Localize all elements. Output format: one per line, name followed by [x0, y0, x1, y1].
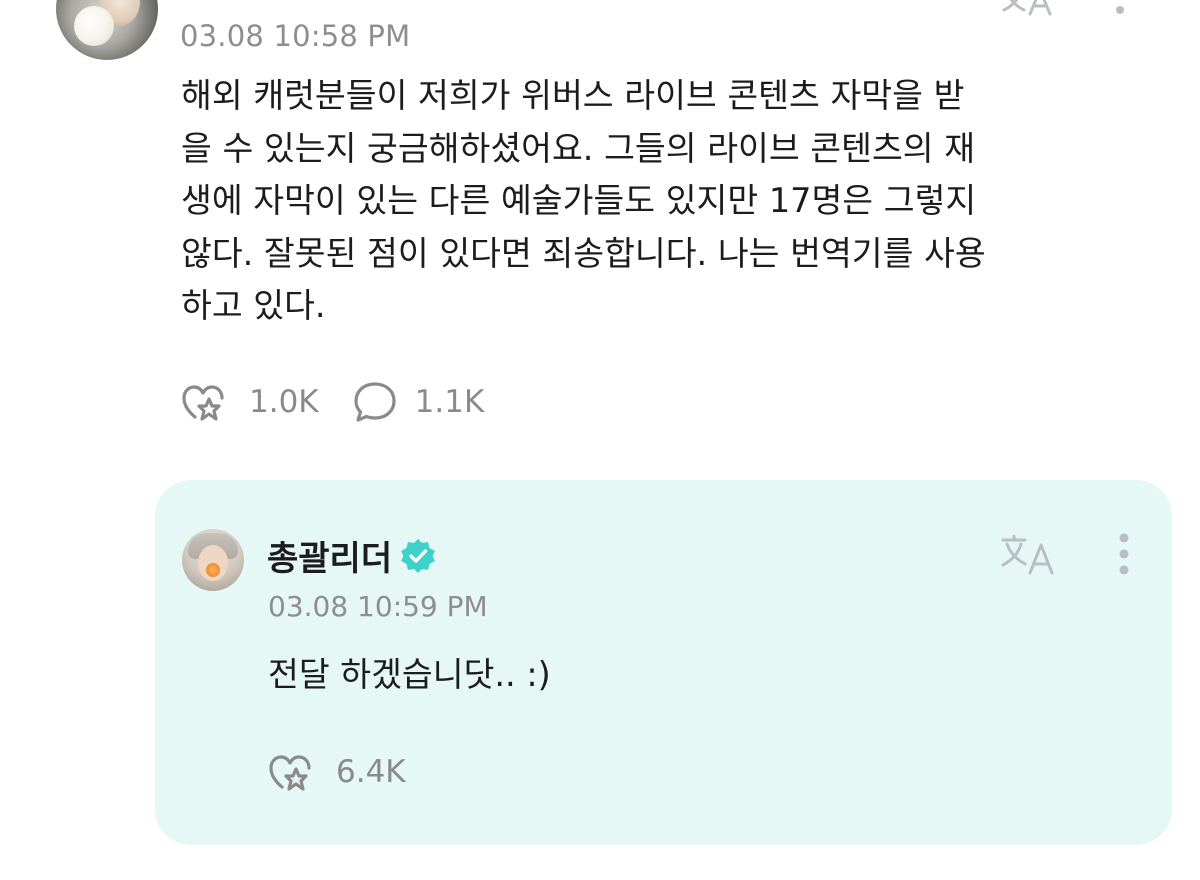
- speech-bubble-icon: [354, 382, 396, 422]
- avatar-flower: [74, 6, 114, 46]
- reply-body-text: 전달 하겠습니닷.. :): [268, 655, 551, 694]
- post-body-line: 을 수 있는지 궁금해하셨어요. 그들의 라이브 콘텐츠의 재: [181, 128, 976, 168]
- more-vertical-icon[interactable]: [1118, 532, 1130, 576]
- post-timestamp: 03.08 10:58 PM: [180, 19, 411, 53]
- like-button[interactable]: 6.4K: [268, 749, 406, 795]
- reply-card: 총괄리더 03.08 10:59 PM 전달 하겠습니닷.. :) 6.4K: [155, 480, 1172, 845]
- comment-button[interactable]: 1.1K: [351, 380, 485, 424]
- reply-actions: 6.4K: [268, 748, 406, 796]
- post-body-line: 생에 자막이 있는 다른 예술가들도 있지만 17명은 그렇지: [181, 181, 977, 220]
- reply-author-row: 총괄리더: [267, 531, 436, 580]
- like-count: 1.0K: [249, 384, 319, 420]
- post-body-line: 않다. 잘못된 점이 있다면 죄송합니다. 나는 번역기를 사용: [181, 233, 986, 273]
- like-button[interactable]: 1.0K: [181, 379, 319, 425]
- translate-icon[interactable]: [1000, 0, 1056, 16]
- heart-sparkle-icon: [269, 755, 311, 791]
- translate-icon[interactable]: [1000, 535, 1058, 575]
- more-vertical-icon[interactable]: [1114, 0, 1126, 18]
- like-count: 6.4K: [336, 754, 406, 790]
- comment-count: 1.1K: [414, 384, 485, 420]
- heart-sparkle-icon: [182, 385, 224, 421]
- post-body-line: 하고 있다.: [181, 286, 326, 325]
- reply-username[interactable]: 총괄리더: [267, 531, 392, 580]
- reply-author-avatar[interactable]: [182, 529, 244, 591]
- post-actions: 1.0K 1.1K: [181, 378, 484, 426]
- post-body-line: 해외 캐럿분들이 저희가 위버스 라이브 콘텐츠 자막을 받: [181, 76, 965, 115]
- reply-timestamp: 03.08 10:59 PM: [268, 590, 488, 623]
- post-body-text: 해외 캐럿분들이 저희가 위버스 라이브 콘텐츠 자막을 받 을 수 있는지 궁…: [181, 70, 1141, 333]
- verified-badge-icon: [401, 538, 436, 573]
- avatar-flower: [206, 563, 220, 577]
- post-author-avatar[interactable]: [56, 0, 158, 60]
